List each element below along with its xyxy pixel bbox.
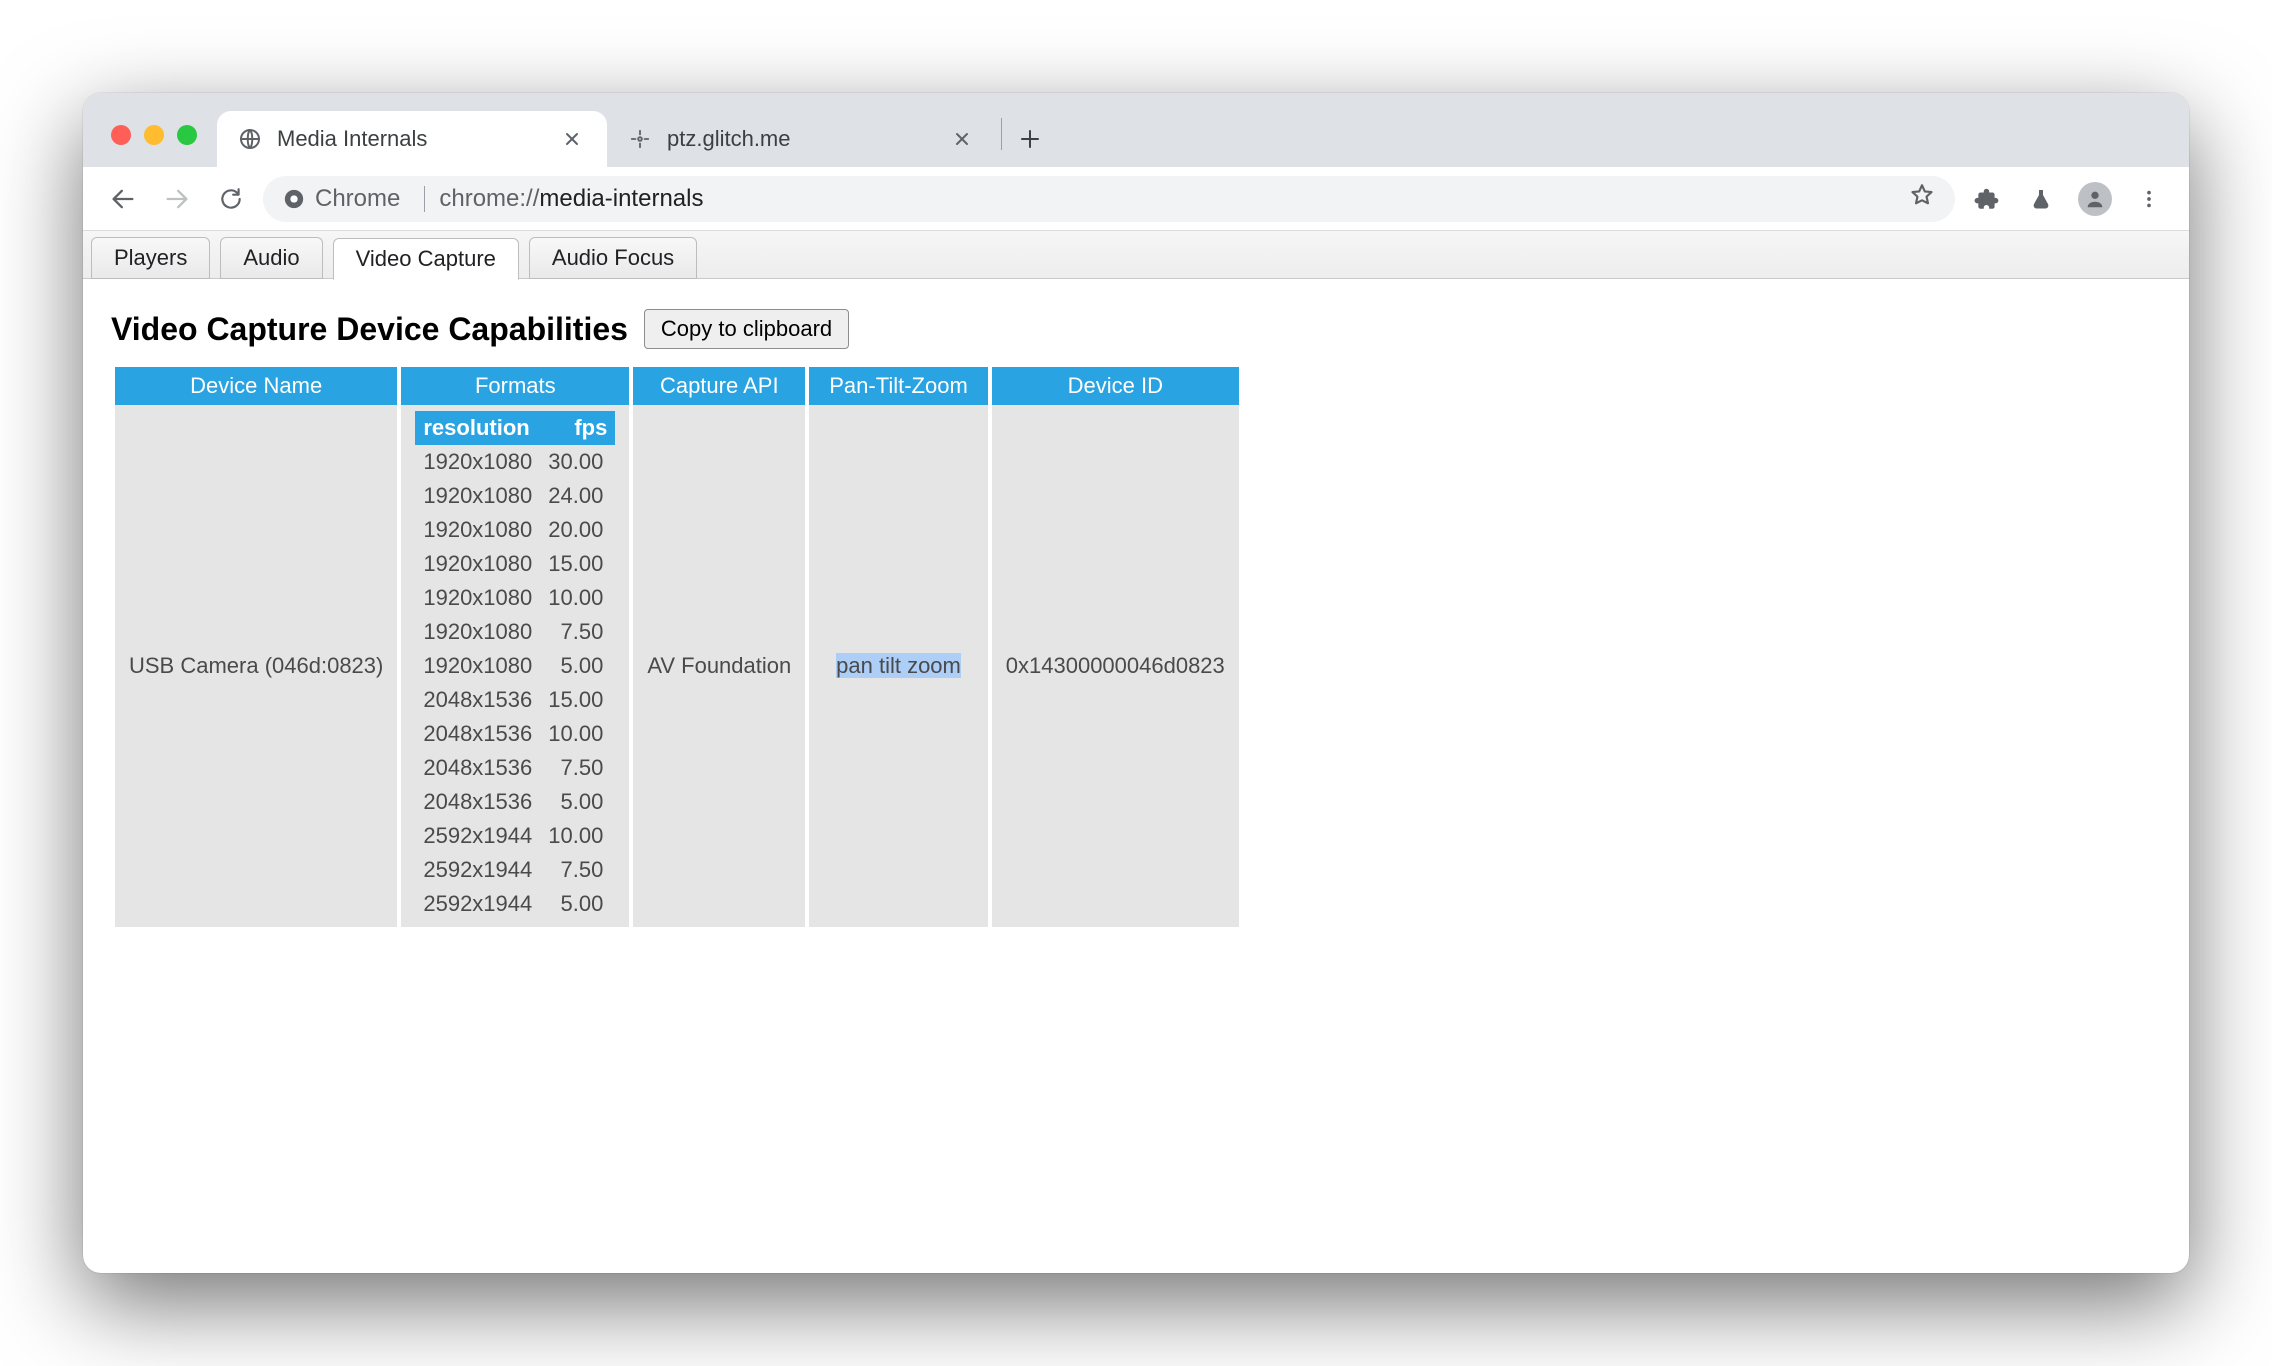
nav-back-button[interactable] — [101, 177, 145, 221]
format-fps: 5.00 — [540, 649, 615, 683]
window-controls — [95, 125, 217, 167]
capabilities-table: Device NameFormatsCapture APIPan-Tilt-Zo… — [111, 367, 1243, 927]
format-fps: 10.00 — [540, 819, 615, 853]
tab-close-icon[interactable] — [561, 128, 583, 150]
nav-reload-button[interactable] — [209, 177, 253, 221]
format-row: 1920x108024.00 — [415, 479, 615, 513]
globe-icon — [237, 126, 263, 152]
format-row: 1920x108010.00 — [415, 581, 615, 615]
column-header[interactable]: Device Name — [115, 367, 397, 405]
format-resolution: 1920x1080 — [415, 649, 540, 683]
browser-toolbar: Chrome chrome://media-internals — [83, 167, 2189, 231]
format-fps: 15.00 — [540, 683, 615, 717]
format-row: 2048x15365.00 — [415, 785, 615, 819]
format-row: 1920x108030.00 — [415, 445, 615, 479]
menu-dots-icon[interactable] — [2127, 177, 2171, 221]
format-resolution: 2592x1944 — [415, 887, 540, 921]
device-id-cell: 0x14300000046d0823 — [992, 405, 1239, 927]
format-row: 1920x108015.00 — [415, 547, 615, 581]
browser-tab-ptz-glitch[interactable]: ptz.glitch.me — [607, 111, 997, 167]
table-row: USB Camera (046d:0823)resolutionfps1920x… — [115, 405, 1239, 927]
format-row: 2048x153610.00 — [415, 717, 615, 751]
device-name-cell: USB Camera (046d:0823) — [115, 405, 397, 927]
browser-tab-title: ptz.glitch.me — [667, 126, 937, 152]
tab-separator — [1001, 118, 1002, 150]
format-resolution: 1920x1080 — [415, 479, 540, 513]
tabs: Media Internals ptz.glitch.me — [217, 111, 2177, 167]
subtab-video-capture[interactable]: Video Capture — [333, 238, 519, 280]
format-resolution: 1920x1080 — [415, 445, 540, 479]
format-fps: 15.00 — [540, 547, 615, 581]
format-resolution: 2048x1536 — [415, 785, 540, 819]
address-bar[interactable]: Chrome chrome://media-internals — [263, 176, 1955, 222]
format-fps: 7.50 — [540, 751, 615, 785]
format-resolution: 1920x1080 — [415, 581, 540, 615]
format-row: 2592x19447.50 — [415, 853, 615, 887]
window-minimize-button[interactable] — [144, 125, 164, 145]
nav-forward-button[interactable] — [155, 177, 199, 221]
format-fps: 10.00 — [540, 581, 615, 615]
format-resolution: 2048x1536 — [415, 717, 540, 751]
browser-window: Media Internals ptz.glitch.me — [83, 93, 2189, 1273]
move-icon — [627, 126, 653, 152]
tab-close-icon[interactable] — [951, 128, 973, 150]
format-fps: 30.00 — [540, 445, 615, 479]
column-header[interactable]: Device ID — [992, 367, 1239, 405]
profile-avatar[interactable] — [2073, 177, 2117, 221]
capture-api-cell: AV Foundation — [633, 405, 805, 927]
fmt-col-fps: fps — [540, 411, 615, 445]
format-row: 2048x153615.00 — [415, 683, 615, 717]
window-zoom-button[interactable] — [177, 125, 197, 145]
formats-cell: resolutionfps1920x108030.001920x108024.0… — [401, 405, 629, 927]
extensions-icon[interactable] — [1965, 177, 2009, 221]
format-fps: 24.00 — [540, 479, 615, 513]
format-row: 2592x194410.00 — [415, 819, 615, 853]
subtab-audio-focus[interactable]: Audio Focus — [529, 237, 697, 279]
bookmark-star-icon[interactable] — [1909, 182, 1935, 215]
format-fps: 20.00 — [540, 513, 615, 547]
format-resolution: 2048x1536 — [415, 683, 540, 717]
format-row: 2592x19445.00 — [415, 887, 615, 921]
origin-label: Chrome — [315, 185, 400, 213]
format-resolution: 2592x1944 — [415, 853, 540, 887]
format-row: 1920x10807.50 — [415, 615, 615, 649]
browser-tab-title: Media Internals — [277, 126, 547, 152]
format-resolution: 1920x1080 — [415, 547, 540, 581]
column-header[interactable]: Pan-Tilt-Zoom — [809, 367, 988, 405]
column-header[interactable]: Formats — [401, 367, 629, 405]
column-header[interactable]: Capture API — [633, 367, 805, 405]
format-fps: 10.00 — [540, 717, 615, 751]
format-fps: 7.50 — [540, 853, 615, 887]
new-tab-button[interactable] — [1010, 119, 1050, 159]
subtab-players[interactable]: Players — [91, 237, 210, 279]
ptz-highlight: pan tilt zoom — [836, 653, 961, 678]
labs-icon[interactable] — [2019, 177, 2063, 221]
format-resolution: 1920x1080 — [415, 513, 540, 547]
tab-strip: Media Internals ptz.glitch.me — [83, 93, 2189, 167]
page-content: Video Capture Device Capabilities Copy t… — [83, 279, 2189, 1273]
url-text: chrome://media-internals — [439, 185, 703, 213]
format-row: 1920x108020.00 — [415, 513, 615, 547]
fmt-col-res: resolution — [415, 411, 540, 445]
origin-chip: Chrome — [283, 185, 425, 213]
format-resolution: 2592x1944 — [415, 819, 540, 853]
browser-tab-media-internals[interactable]: Media Internals — [217, 111, 607, 167]
page-title: Video Capture Device Capabilities — [111, 311, 628, 348]
format-resolution: 1920x1080 — [415, 615, 540, 649]
format-row: 2048x15367.50 — [415, 751, 615, 785]
internal-tabs: PlayersAudio Video CaptureAudio Focus — [83, 231, 2189, 279]
ptz-cell: pan tilt zoom — [809, 405, 988, 927]
copy-to-clipboard-button[interactable]: Copy to clipboard — [644, 309, 849, 349]
format-fps: 7.50 — [540, 615, 615, 649]
format-fps: 5.00 — [540, 887, 615, 921]
chrome-icon — [283, 188, 305, 210]
format-resolution: 2048x1536 — [415, 751, 540, 785]
window-close-button[interactable] — [111, 125, 131, 145]
format-row: 1920x10805.00 — [415, 649, 615, 683]
format-fps: 5.00 — [540, 785, 615, 819]
subtab-audio[interactable]: Audio — [220, 237, 322, 279]
